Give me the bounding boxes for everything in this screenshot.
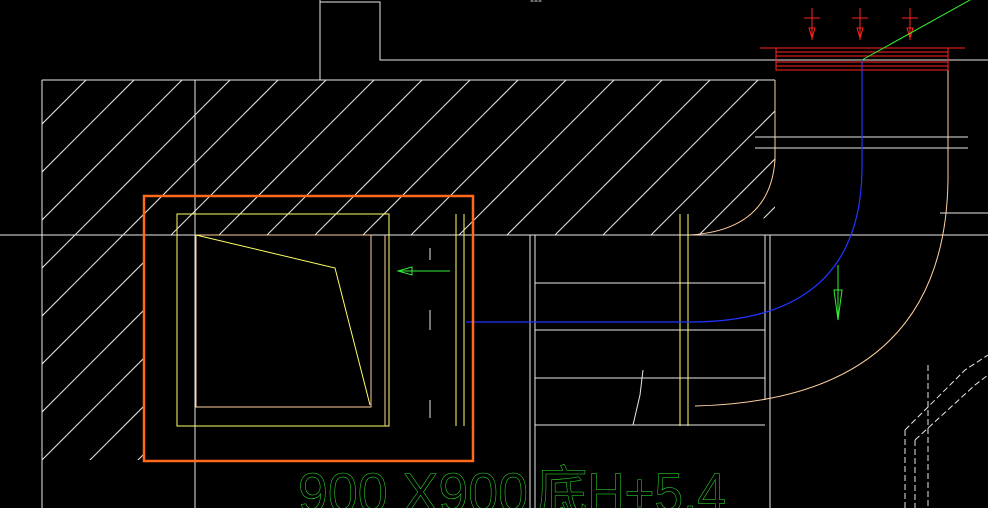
hatch-line <box>509 80 775 235</box>
hatch-line <box>42 80 375 235</box>
wall-hatching-left <box>0 80 614 508</box>
hatch-line <box>42 80 327 235</box>
hatch-line <box>42 235 87 460</box>
wall-hatching <box>0 80 988 508</box>
cad-canvas[interactable]: 900 X900 底H+5.4 --- <box>0 0 988 508</box>
hatch-line <box>42 80 471 235</box>
hatch-line <box>42 235 135 460</box>
hatch-line <box>701 80 775 235</box>
hatch-line <box>461 80 775 235</box>
hatch-line <box>413 80 775 235</box>
hatch-line <box>365 80 775 235</box>
elevation-label: 底H+5.4 <box>536 461 726 508</box>
hatch-line <box>125 235 145 460</box>
top-text: --- <box>530 0 542 7</box>
hatch-line <box>174 80 614 508</box>
hatch-line <box>125 80 567 235</box>
hatch-line <box>653 80 775 235</box>
size-label: 900 X900 <box>298 461 528 508</box>
hatch-line <box>42 235 145 460</box>
hatch-line <box>269 80 711 235</box>
hatch-line <box>749 80 775 235</box>
building-outline <box>0 0 988 508</box>
hatch-line <box>42 80 183 235</box>
hatch-line <box>42 80 135 235</box>
hatch-line <box>798 80 988 508</box>
hatch-line <box>0 80 38 508</box>
duct-box <box>176 213 689 427</box>
hatch-line <box>605 80 775 235</box>
hatch-line <box>42 235 145 460</box>
hatch-line <box>0 80 38 508</box>
hatch-line <box>42 235 145 460</box>
selection-box <box>142 194 475 463</box>
pipe-marker-icon <box>804 8 918 40</box>
hatch-line <box>221 80 663 235</box>
right-structure <box>904 354 988 508</box>
hatch-line <box>42 80 87 235</box>
hatch-line <box>317 80 759 235</box>
cad-drawing: 900 X900 底H+5.4 --- <box>0 0 988 508</box>
hatch-line <box>173 80 615 235</box>
hatch-line <box>42 235 145 460</box>
misc-lines <box>429 248 644 426</box>
